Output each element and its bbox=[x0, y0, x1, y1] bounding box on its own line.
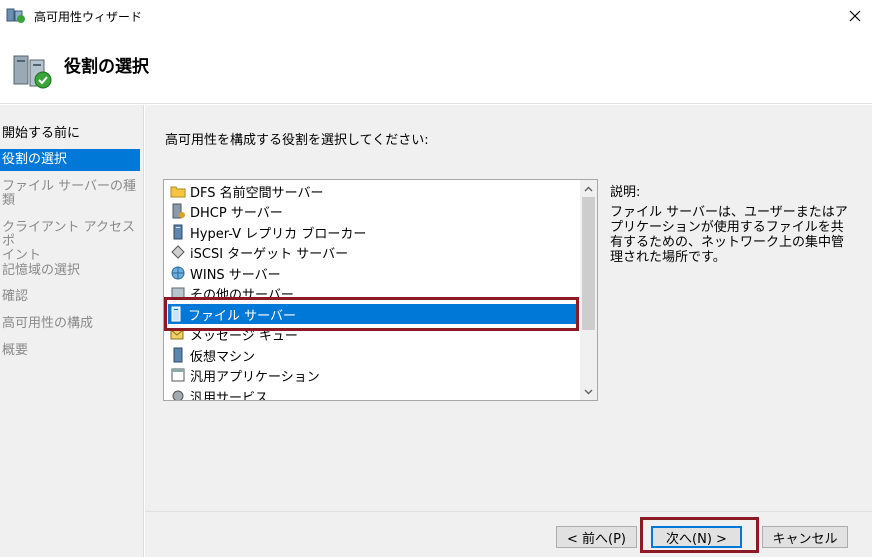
nav-step-select-role[interactable]: 役割の選択 bbox=[0, 149, 140, 171]
list-item[interactable]: iSCSI ターゲット サーバー bbox=[170, 242, 578, 262]
list-item[interactable]: DFS 名前空間サーバー bbox=[170, 181, 578, 201]
list-item[interactable]: 汎用アプリケーション bbox=[170, 365, 578, 385]
list-item[interactable]: 仮想マシン bbox=[170, 345, 578, 365]
failover-cluster-icon bbox=[6, 8, 25, 23]
wizard-footer: < 前へ(P) 次へ(N) > キャンセル bbox=[145, 511, 872, 557]
generic-service-icon bbox=[172, 390, 184, 400]
listbox-scrollbar[interactable] bbox=[580, 180, 597, 400]
server-generic-icon bbox=[171, 287, 185, 299]
window-title: 高可用性ウィザード bbox=[34, 10, 143, 24]
description-label: 説明: bbox=[610, 185, 641, 200]
message-queue-icon bbox=[170, 329, 184, 340]
list-item-label: Hyper-V レプリカ ブローカー bbox=[190, 226, 367, 242]
chevron-up-icon bbox=[584, 186, 593, 191]
instruction-text: 高可用性を構成する役割を選択してください: bbox=[165, 133, 429, 148]
close-icon bbox=[849, 10, 861, 22]
nav-step-summary: 概要 bbox=[2, 343, 29, 358]
dhcp-server-icon bbox=[172, 203, 185, 219]
nav-step-configure-ha: 高可用性の構成 bbox=[2, 316, 94, 331]
list-item[interactable]: 汎用サービス bbox=[170, 386, 578, 401]
list-item-label: DFS 名前空間サーバー bbox=[190, 185, 324, 201]
list-item-label: メッセージ キュー bbox=[190, 328, 298, 344]
list-item-label: その他のサーバー bbox=[190, 287, 294, 303]
description-text: ファイル サーバーは、ユーザーまたはアプリケーションが使用するファイルを共有する… bbox=[610, 205, 848, 265]
nav-step-select-storage: 記憶域の選択 bbox=[2, 263, 81, 278]
role-listbox[interactable]: DFS 名前空間サーバー DHCP サーバー Hyper-V レプリカ ブローカ… bbox=[163, 179, 598, 401]
list-item-label: 汎用アプリケーション bbox=[190, 369, 320, 385]
list-item-label: iSCSI ターゲット サーバー bbox=[190, 246, 349, 262]
wizard-steps-nav: 開始する前に 役割の選択 ファイル サーバーの種 類 クライアント アクセス ポ… bbox=[0, 105, 144, 557]
wizard-header: 役割の選択 bbox=[0, 32, 872, 104]
back-button[interactable]: < 前へ(P) bbox=[556, 526, 637, 548]
nav-step-client-access-point: クライアント アクセス ポ イント bbox=[2, 220, 135, 263]
close-button[interactable] bbox=[838, 0, 872, 32]
page-title: 役割の選択 bbox=[64, 57, 149, 77]
list-item[interactable]: DHCP サーバー bbox=[170, 201, 578, 221]
wins-globe-icon bbox=[171, 266, 185, 280]
chevron-down-icon bbox=[584, 389, 593, 394]
list-item[interactable]: メッセージ キュー bbox=[170, 324, 578, 344]
virtual-machine-icon bbox=[173, 347, 183, 363]
file-server-icon bbox=[171, 306, 181, 322]
scroll-down-button[interactable] bbox=[580, 383, 597, 400]
server-tower-icon bbox=[173, 224, 183, 240]
main-panel: 高可用性を構成する役割を選択してください: DFS 名前空間サーバー DHCP … bbox=[145, 105, 872, 511]
list-item[interactable]: WINS サーバー bbox=[170, 263, 578, 283]
list-item-label: 仮想マシン bbox=[190, 349, 256, 365]
list-item-selected[interactable]: ファイル サーバー bbox=[168, 304, 578, 324]
cancel-button[interactable]: キャンセル bbox=[762, 526, 848, 548]
nav-step-before-you-begin[interactable]: 開始する前に bbox=[0, 127, 140, 141]
cluster-server-icon bbox=[13, 55, 52, 89]
scroll-thumb[interactable] bbox=[582, 197, 595, 330]
iscsi-icon bbox=[171, 245, 185, 259]
list-item-label: WINS サーバー bbox=[190, 267, 281, 283]
scroll-up-button[interactable] bbox=[580, 180, 597, 197]
list-item[interactable]: Hyper-V レプリカ ブローカー bbox=[170, 222, 578, 242]
title-bar: 高可用性ウィザード bbox=[0, 0, 872, 32]
nav-step-confirmation: 確認 bbox=[2, 289, 29, 304]
folder-tree-icon bbox=[170, 186, 186, 198]
generic-app-icon bbox=[171, 368, 185, 382]
list-item[interactable]: その他のサーバー bbox=[170, 283, 578, 303]
nav-step-file-server-type: ファイル サーバーの種 類 bbox=[2, 179, 137, 208]
list-item-label: DHCP サーバー bbox=[190, 205, 283, 221]
list-item-label: ファイル サーバー bbox=[188, 308, 297, 324]
next-button[interactable]: 次へ(N) > bbox=[651, 526, 742, 548]
list-item-label: 汎用サービス bbox=[190, 390, 269, 401]
